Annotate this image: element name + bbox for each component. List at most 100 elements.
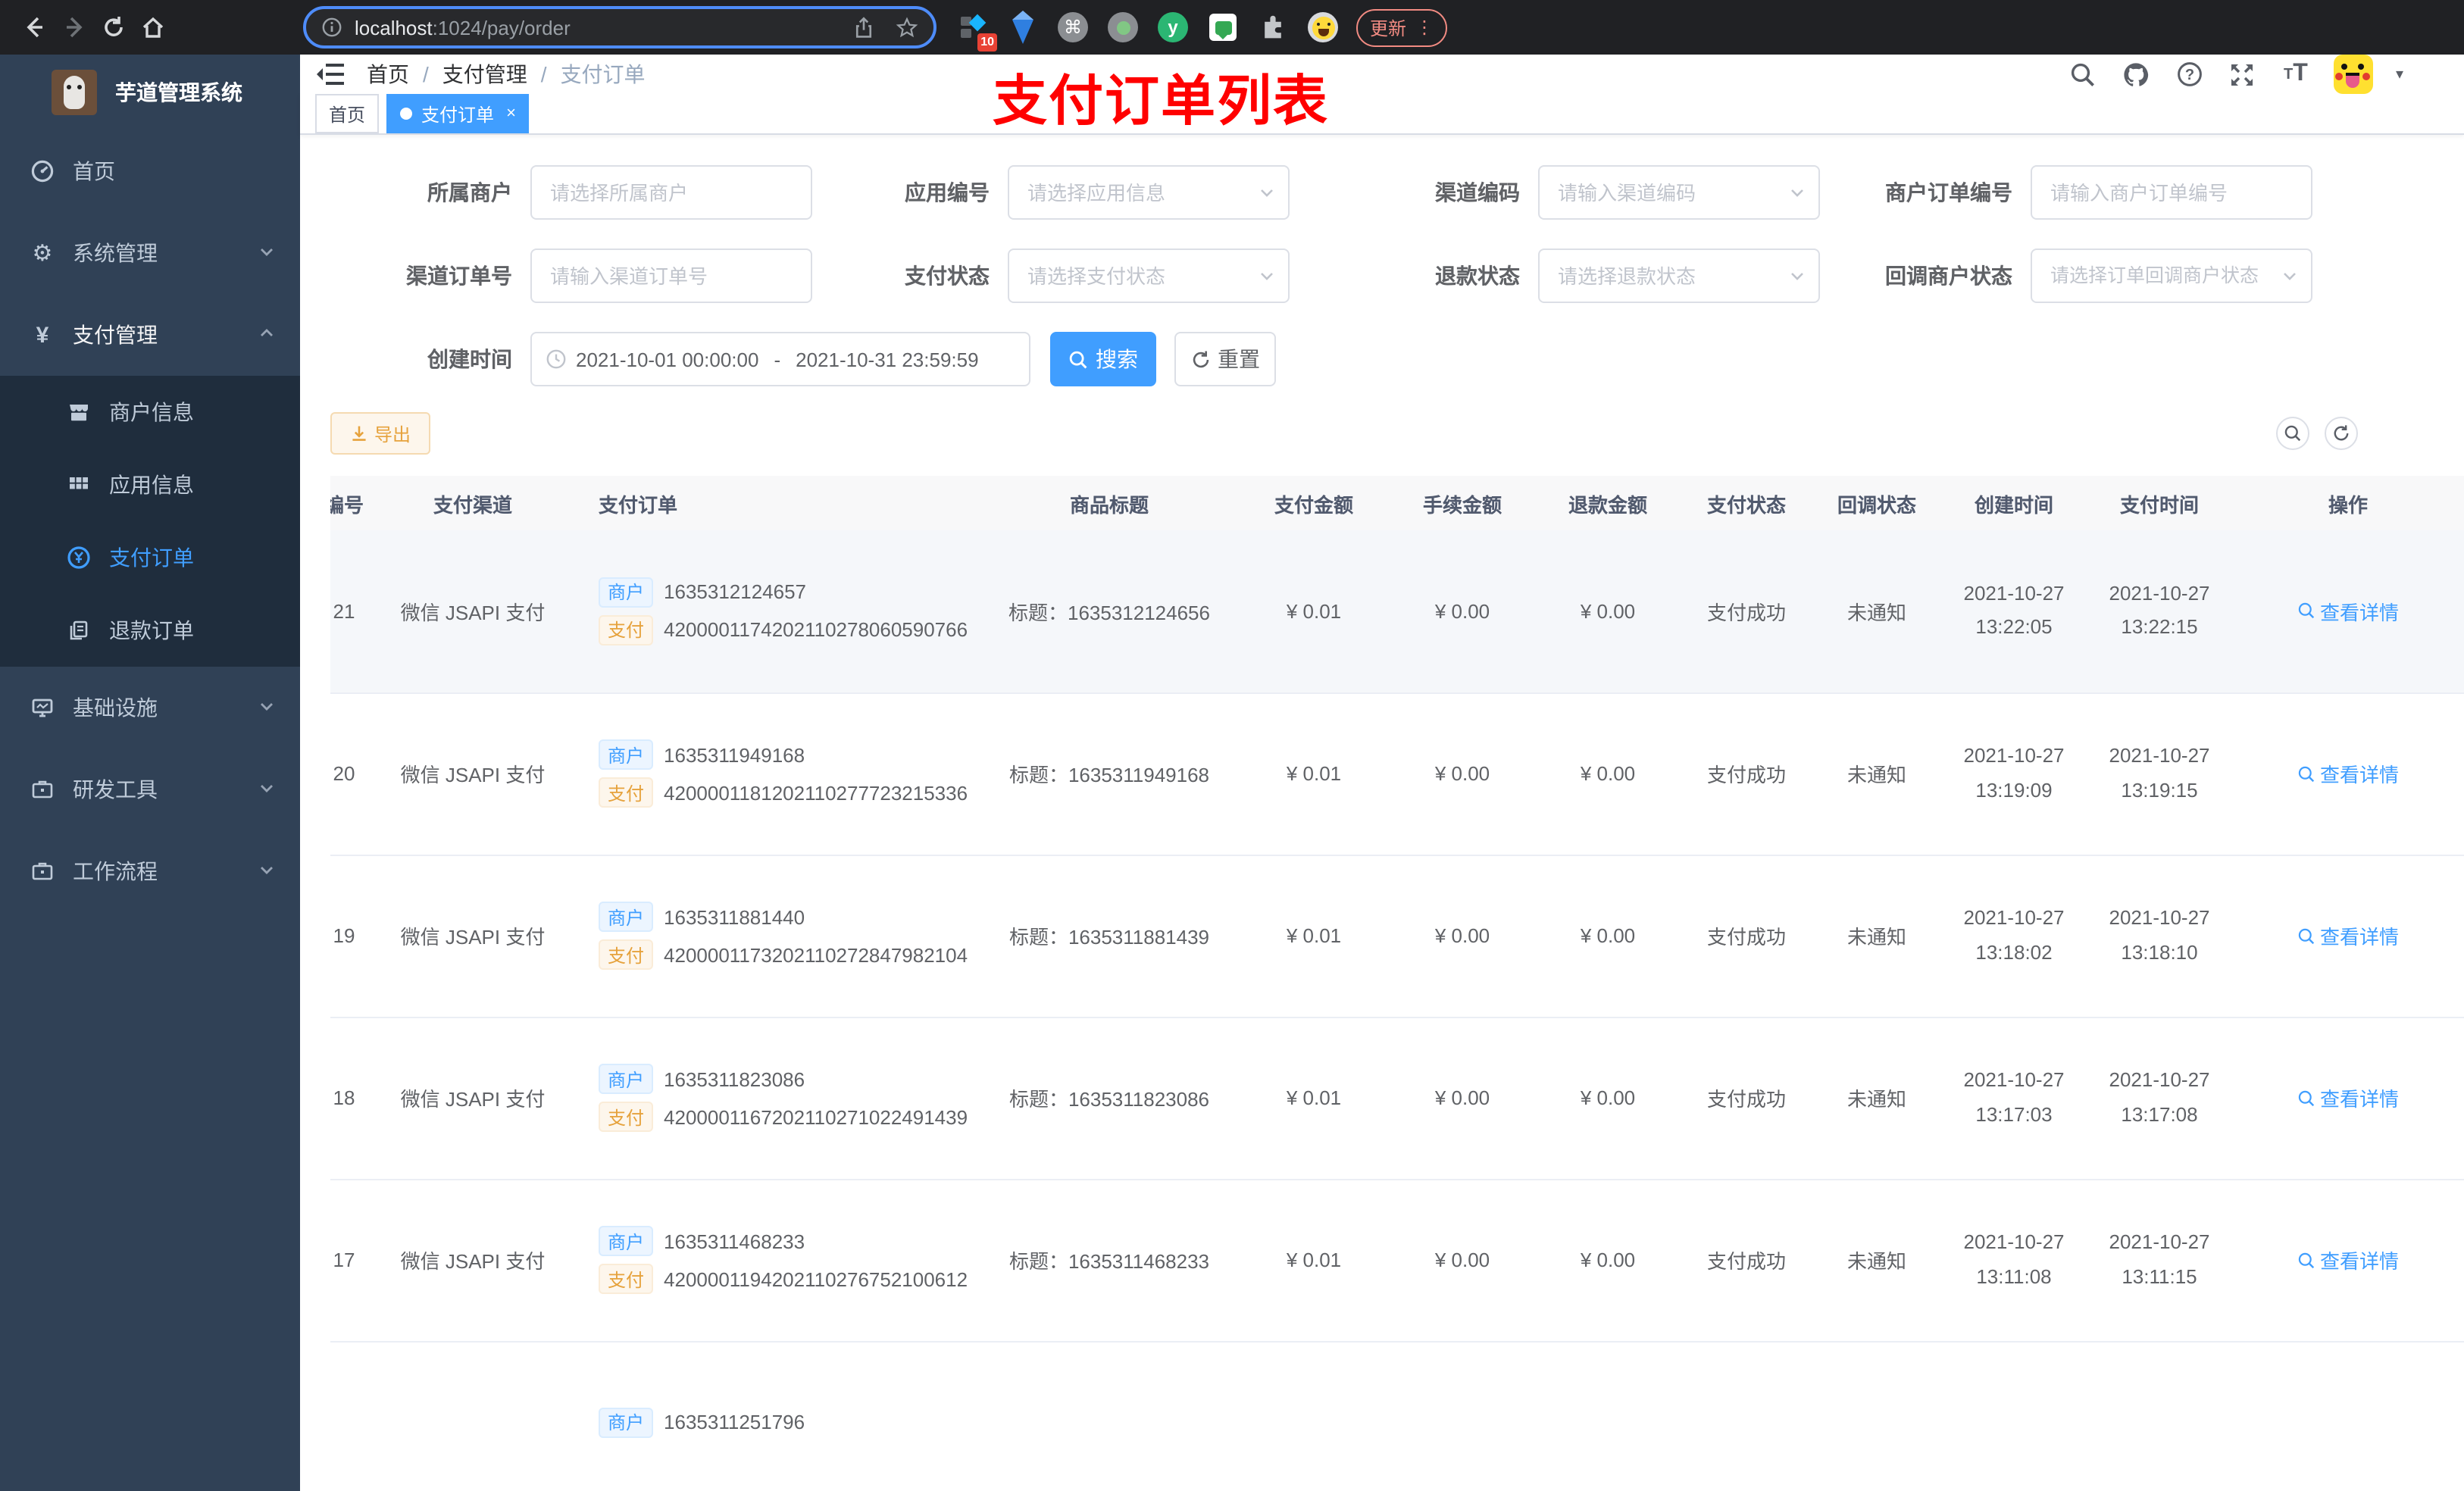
browser-menu-icon[interactable]: ⋮ [1415, 17, 1434, 38]
filter-channel-order-no: 渠道订单号 [330, 248, 812, 303]
view-detail-link[interactable]: 查看详情 [2297, 759, 2399, 788]
monitor-icon [30, 695, 55, 720]
refund-status-select[interactable] [1538, 248, 1820, 303]
font-size-icon[interactable]: TT [2281, 59, 2311, 89]
toggle-search-button[interactable] [2276, 417, 2309, 450]
pay-tag: 支付 [599, 777, 654, 808]
app-title: 芋道管理系统 [115, 80, 242, 105]
sidebar-item-system[interactable]: ⚙ 系统管理 [0, 212, 300, 294]
info-icon[interactable] [321, 17, 342, 38]
navbar-actions: ? TT ▾ [2068, 55, 2403, 94]
merchant-tag: 商户 [599, 577, 654, 608]
breadcrumb-home[interactable]: 首页 [367, 59, 409, 89]
url-bar[interactable]: localhost:1024/pay/order [303, 6, 937, 48]
filter-merchant-order-no: 商户订单编号 [1831, 165, 2312, 220]
reset-button[interactable]: 重置 [1174, 332, 1276, 386]
filter-create-time: 创建时间 2021-10-01 00:00:00 - 2021-10-31 23… [330, 332, 1276, 386]
chevron-down-icon [258, 696, 276, 719]
merchant-tag: 商户 [599, 1407, 654, 1437]
share-icon[interactable] [853, 16, 874, 39]
briefcase-icon [30, 859, 55, 883]
back-icon[interactable] [15, 8, 55, 47]
shop-icon [67, 400, 91, 424]
sidebar-logo[interactable]: 芋道管理系统 [0, 55, 300, 130]
home-icon[interactable] [133, 8, 173, 47]
date-start: 2021-10-01 00:00:00 [576, 348, 759, 370]
close-icon[interactable]: × [506, 105, 516, 123]
view-detail-link[interactable]: 查看详情 [2297, 921, 2399, 950]
breadcrumb: 首页 / 支付管理 / 支付订单 [367, 59, 646, 89]
merchant-input[interactable] [530, 165, 812, 220]
breadcrumb-pay[interactable]: 支付管理 [442, 59, 527, 89]
merchant-tag: 商户 [599, 739, 654, 770]
github-icon[interactable] [2122, 59, 2152, 89]
avatar-caret-icon[interactable]: ▾ [2396, 66, 2403, 83]
orders-table: 编号 支付渠道 支付订单 商品标题 支付金额 手续金额 退款金额 支付状态 回调… [330, 476, 2464, 1491]
table-header-row: 编号 支付渠道 支付订单 商品标题 支付金额 手续金额 退款金额 支付状态 回调… [330, 476, 2464, 530]
tag-pay-order[interactable]: 支付订单 × [386, 94, 530, 133]
app-select[interactable] [1008, 165, 1290, 220]
chevron-up-icon [258, 324, 276, 346]
table-row: 商户 1635311251796 [330, 1341, 2464, 1491]
profile-avatar-icon[interactable] [1308, 12, 1338, 42]
command-extension-icon[interactable]: ⌘ [1058, 12, 1088, 42]
bookmark-star-icon[interactable] [896, 16, 918, 39]
view-detail-link[interactable]: 查看详情 [2297, 1246, 2399, 1274]
sidebar-item-refund-order[interactable]: 退款订单 [0, 594, 300, 667]
date-end: 2021-10-31 23:59:59 [796, 348, 979, 370]
table-body: 21 微信 JSAPI 支付 商户 1635312124657 支付 4200001… [330, 530, 2464, 1491]
view-detail-link[interactable]: 查看详情 [2297, 1083, 2399, 1112]
navbar: 首页 / 支付管理 / 支付订单 支付订单列表 ? T T ▾ [300, 55, 2464, 132]
view-detail-link[interactable]: 查看详情 [2297, 597, 2399, 626]
screen: localhost:1024/pay/order 10 ⌘ y 更新 ⋮ 芋道管… [0, 0, 2464, 1491]
date-range-input[interactable]: 2021-10-01 00:00:00 - 2021-10-31 23:59:5… [530, 332, 1030, 386]
browser-update-button[interactable]: 更新 ⋮ [1356, 8, 1448, 46]
sidebar: 芋道管理系统 首页 ⚙ 系统管理 ¥ 支付管理 商户信息 应用信息 支付订单 退… [0, 55, 300, 1491]
tampermonkey-extension-icon[interactable]: 10 [958, 12, 997, 52]
page-content: 所属商户 应用编号 渠道编码 [300, 135, 2464, 1491]
chat-extension-icon[interactable] [1208, 12, 1238, 42]
reload-icon[interactable] [94, 8, 133, 47]
sidebar-item-workflow[interactable]: 工作流程 [0, 830, 300, 912]
extensions-puzzle-icon[interactable] [1258, 12, 1288, 42]
notify-status-select[interactable] [2031, 248, 2312, 303]
sidebar-item-merchant-info[interactable]: 商户信息 [0, 376, 300, 449]
clock-icon [546, 349, 567, 370]
table-row: 21 微信 JSAPI 支付 商户 1635312124657 支付 4200001… [330, 530, 2464, 693]
user-avatar[interactable] [2333, 55, 2373, 94]
sidebar-item-pay[interactable]: ¥ 支付管理 [0, 294, 300, 376]
sidebar-fold-icon[interactable] [315, 59, 346, 89]
sidebar-item-pay-order[interactable]: 支付订单 [0, 521, 300, 594]
search-button[interactable]: 搜索 [1050, 332, 1156, 386]
y-extension-icon[interactable]: y [1158, 12, 1188, 42]
merchant-order-no-input[interactable] [2031, 165, 2312, 220]
filter-pay-status: 支付状态 [808, 248, 1290, 303]
tag-home[interactable]: 首页 [315, 94, 380, 133]
refresh-button[interactable] [2325, 417, 2358, 450]
fullscreen-icon[interactable] [2228, 59, 2258, 89]
table-row: 20 微信 JSAPI 支付 商户 1635311949168 支付 4200001… [330, 692, 2464, 855]
help-icon[interactable]: ? [2175, 59, 2205, 89]
sidebar-item-app-info[interactable]: 应用信息 [0, 449, 300, 521]
forward-icon[interactable] [55, 8, 94, 47]
grid-icon [67, 473, 91, 497]
kite-extension-icon[interactable] [1008, 11, 1038, 44]
search-form: 所属商户 应用编号 渠道编码 [330, 165, 2464, 386]
channel-code-select[interactable] [1538, 165, 1820, 220]
extension-badge: 10 [977, 33, 997, 52]
filter-channel-code: 渠道编码 [1315, 165, 1820, 220]
merchant-tag: 商户 [599, 902, 654, 932]
pay-status-select[interactable] [1008, 248, 1290, 303]
merchant-tag: 商户 [599, 1064, 654, 1094]
export-button[interactable]: 导出 [330, 412, 431, 455]
pay-tag: 支付 [599, 1102, 654, 1132]
url-text: localhost:1024/pay/order [355, 16, 571, 39]
channel-order-no-input[interactable] [530, 248, 812, 303]
recorder-extension-icon[interactable] [1108, 12, 1138, 42]
chevron-down-icon [258, 778, 276, 801]
sidebar-item-infra[interactable]: 基础设施 [0, 667, 300, 749]
filter-refund-status: 退款状态 [1315, 248, 1820, 303]
search-icon[interactable] [2068, 59, 2099, 89]
sidebar-item-home[interactable]: 首页 [0, 130, 300, 212]
sidebar-item-dev-tools[interactable]: 研发工具 [0, 749, 300, 830]
